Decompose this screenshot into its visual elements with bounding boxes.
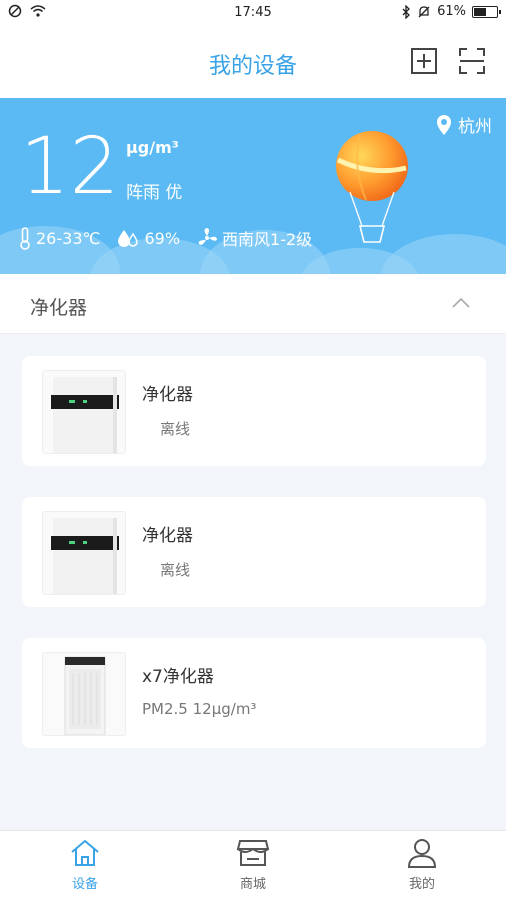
wind: 西南风1-2级 <box>222 230 313 249</box>
purifier-image <box>42 511 126 595</box>
bluetooth-icon <box>402 4 411 19</box>
weather-condition: 阵雨 优 <box>126 183 183 203</box>
thermometer-icon <box>20 227 30 250</box>
device-status: 离线 <box>160 420 191 438</box>
device-card[interactable]: 净化器 离线 <box>22 356 486 466</box>
weather-details: 26-33℃ 69% 西南风1-2级 <box>18 226 312 250</box>
app-header: 我的设备 <box>0 28 506 98</box>
device-name: 净化器 <box>142 526 193 546</box>
temperature: 26-33℃ <box>36 228 101 248</box>
location[interactable]: 杭州 <box>436 112 492 137</box>
tab-label: 商城 <box>239 877 266 892</box>
device-group-title: 净化器 <box>30 297 88 319</box>
tab-shop[interactable]: 商城 <box>213 837 293 892</box>
device-pm-reading: PM2.5 12μg/m³ <box>142 700 257 718</box>
purifier-x7-image <box>42 652 126 736</box>
plus-square-icon <box>411 48 437 74</box>
device-status: 离线 <box>160 561 191 579</box>
battery-icon <box>472 5 501 18</box>
aqi-unit: μg/m³ <box>126 138 179 157</box>
humidity-icon <box>118 230 139 247</box>
status-bar: 17:45 61% <box>0 0 506 28</box>
device-card[interactable]: x7净化器 PM2.5 12μg/m³ <box>22 638 486 748</box>
bottom-tab-bar: 设备 商城 我的 <box>0 830 506 900</box>
battery-percent: 61% <box>437 4 466 19</box>
user-icon <box>407 839 437 868</box>
chevron-up-icon[interactable] <box>452 296 470 308</box>
home-icon <box>71 839 99 866</box>
shop-icon <box>236 840 270 866</box>
tab-profile[interactable]: 我的 <box>382 837 462 892</box>
city-name: 杭州 <box>458 117 492 137</box>
scan-button[interactable] <box>458 47 486 75</box>
add-device-button[interactable] <box>410 47 438 75</box>
humidity: 69% <box>144 228 181 248</box>
tab-label: 我的 <box>408 877 435 892</box>
purifier-image <box>42 370 126 454</box>
mute-bell-icon <box>418 5 430 17</box>
tab-devices[interactable]: 设备 <box>45 837 125 892</box>
tab-label: 设备 <box>71 877 98 892</box>
device-card[interactable]: 净化器 离线 <box>22 497 486 607</box>
weather-panel: 12 μg/m³ 阵雨 优 26-33℃ 69% 西南风1-2级 杭州 <box>0 98 506 274</box>
location-pin-icon <box>437 114 451 135</box>
device-group-header[interactable]: 净化器 <box>0 274 506 334</box>
fan-icon <box>198 228 218 245</box>
aqi-value: 12 <box>20 122 120 212</box>
balloon-icon <box>336 131 408 243</box>
scan-frame-icon <box>459 48 485 74</box>
device-name: x7净化器 <box>142 667 214 687</box>
device-name: 净化器 <box>142 385 193 405</box>
